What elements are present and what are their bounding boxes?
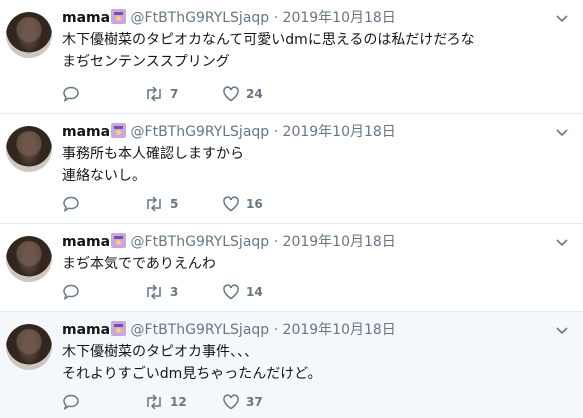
- tweet-header: mama @FtBThG9RYLSjaqp · 2019年10月18日: [62, 320, 396, 340]
- retweet-icon: [147, 394, 161, 410]
- display-name[interactable]: mama: [62, 234, 110, 250]
- retweet-count: 3: [170, 285, 179, 299]
- reply-button[interactable]: [62, 194, 80, 214]
- tweet-text-line: 連絡ないし。: [62, 168, 146, 184]
- separator: ·: [273, 322, 279, 338]
- reply-button[interactable]: [62, 282, 80, 302]
- retweet-count: 12: [170, 395, 187, 409]
- like-count: 14: [246, 285, 263, 299]
- separator: ·: [273, 234, 279, 250]
- display-name[interactable]: mama: [62, 10, 110, 26]
- tweet[interactable]: mama @FtBThG9RYLSjaqp · 2019年10月18日 木下優樹…: [0, 0, 583, 114]
- display-name[interactable]: mama: [62, 322, 110, 338]
- heart-icon: [223, 196, 239, 212]
- tweet-text-line: 事務所も本人確認しますから: [62, 146, 244, 162]
- user-handle[interactable]: @FtBThG9RYLSjaqp: [131, 10, 270, 26]
- tweet-date[interactable]: 2019年10月18日: [283, 10, 396, 26]
- like-button[interactable]: 14: [222, 282, 263, 302]
- like-button[interactable]: 16: [222, 194, 263, 214]
- chevron-down-icon[interactable]: [555, 324, 569, 338]
- display-name[interactable]: mama: [62, 124, 110, 140]
- user-handle[interactable]: @FtBThG9RYLSjaqp: [131, 322, 270, 338]
- tweet-text-line: それよりすごいdm見ちゃったんだけど。: [62, 366, 322, 382]
- tweet[interactable]: mama @FtBThG9RYLSjaqp · 2019年10月18日 まぢ本気…: [0, 224, 583, 312]
- heart-icon: [223, 86, 239, 102]
- chevron-down-icon[interactable]: [555, 126, 569, 140]
- like-count: 37: [246, 395, 263, 409]
- tweet-text-line: まぢセンテンススプリング: [62, 54, 230, 70]
- retweet-button[interactable]: 3: [144, 282, 178, 302]
- like-button[interactable]: 24: [222, 84, 263, 104]
- avatar[interactable]: [6, 236, 52, 282]
- retweet-count: 5: [170, 197, 179, 211]
- tweet[interactable]: mama @FtBThG9RYLSjaqp · 2019年10月18日 事務所も…: [0, 114, 583, 224]
- like-count: 24: [246, 87, 263, 101]
- tweet-text: 木下優樹菜のタピオカなんて可愛いdmに思えるのは私だけだろな まぢセンテンススプ…: [62, 29, 562, 73]
- chevron-down-icon[interactable]: [555, 236, 569, 250]
- reply-icon: [63, 196, 79, 213]
- heart-icon: [223, 284, 239, 300]
- retweet-button[interactable]: 12: [144, 392, 187, 412]
- tweet-date[interactable]: 2019年10月18日: [283, 124, 396, 140]
- emoji-badge-icon: [111, 123, 127, 138]
- like-count: 16: [246, 197, 263, 211]
- chevron-down-icon[interactable]: [555, 12, 569, 26]
- retweet-count: 7: [170, 87, 179, 101]
- tweet-header: mama @FtBThG9RYLSjaqp · 2019年10月18日: [62, 8, 396, 28]
- tweet-text: 木下優樹菜のタピオカ事件、、、 それよりすごいdm見ちゃったんだけど。: [62, 341, 562, 385]
- tweet-feed: mama @FtBThG9RYLSjaqp · 2019年10月18日 木下優樹…: [0, 0, 583, 418]
- emoji-badge-icon: [111, 9, 127, 24]
- retweet-icon: [147, 86, 161, 102]
- reply-icon: [63, 284, 79, 301]
- reply-button[interactable]: [62, 84, 80, 104]
- tweet-date[interactable]: 2019年10月18日: [283, 234, 396, 250]
- separator: ·: [273, 124, 279, 140]
- tweet-text: 事務所も本人確認しますから 連絡ないし。: [62, 143, 562, 187]
- retweet-button[interactable]: 5: [144, 194, 178, 214]
- avatar[interactable]: [6, 126, 52, 172]
- emoji-badge-icon: [111, 321, 127, 336]
- retweet-icon: [147, 196, 161, 212]
- retweet-icon: [147, 284, 161, 300]
- tweet-text-line: 木下優樹菜のタピオカなんて可愛いdmに思えるのは私だけだろな: [62, 32, 475, 48]
- tweet-text: まぢ本気ででありえんわ: [62, 253, 562, 275]
- tweet-header: mama @FtBThG9RYLSjaqp · 2019年10月18日: [62, 122, 396, 142]
- tweet-text-line: 木下優樹菜のタピオカ事件、、、: [62, 344, 258, 360]
- reply-icon: [63, 86, 79, 103]
- tweet-date[interactable]: 2019年10月18日: [283, 322, 396, 338]
- user-handle[interactable]: @FtBThG9RYLSjaqp: [131, 124, 270, 140]
- avatar[interactable]: [6, 324, 52, 370]
- separator: ·: [273, 10, 279, 26]
- avatar[interactable]: [6, 12, 52, 58]
- reply-icon: [63, 394, 79, 411]
- user-handle[interactable]: @FtBThG9RYLSjaqp: [131, 234, 270, 250]
- like-button[interactable]: 37: [222, 392, 263, 412]
- retweet-button[interactable]: 7: [144, 84, 178, 104]
- reply-button[interactable]: [62, 392, 80, 412]
- emoji-badge-icon: [111, 233, 127, 248]
- tweet-header: mama @FtBThG9RYLSjaqp · 2019年10月18日: [62, 232, 396, 252]
- heart-icon: [223, 394, 239, 410]
- tweet-text-line: まぢ本気ででありえんわ: [62, 256, 216, 272]
- tweet[interactable]: mama @FtBThG9RYLSjaqp · 2019年10月18日 木下優樹…: [0, 312, 583, 418]
